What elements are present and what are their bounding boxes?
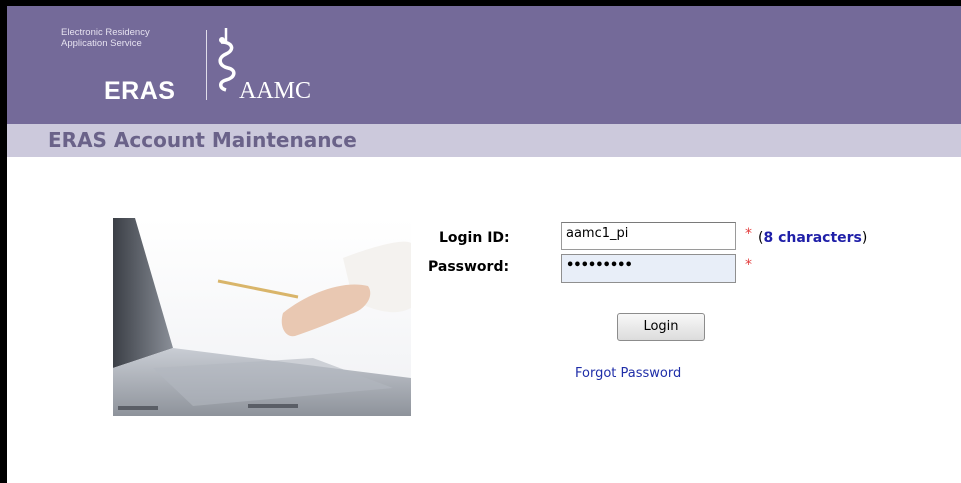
- login-id-input[interactable]: aamc1_pi: [561, 222, 736, 250]
- forgot-password-link[interactable]: Forgot Password: [575, 366, 681, 381]
- logo-line-1: Electronic Residency: [61, 27, 150, 38]
- aamc-emblem-icon: [213, 28, 239, 108]
- logo-line-2: Application Service: [61, 38, 142, 49]
- login-id-hint: (8 characters): [758, 230, 867, 246]
- eras-logo-subtitle: Electronic Residency Application Service: [61, 27, 150, 49]
- logo-divider: [206, 30, 207, 100]
- login-button[interactable]: Login: [617, 313, 705, 341]
- password-required-mark: *: [745, 257, 752, 273]
- site-header: [7, 6, 961, 124]
- window-frame-left: [0, 0, 7, 483]
- page-title: ERAS Account Maintenance: [48, 128, 357, 152]
- laptop-hand-photo: [113, 218, 411, 416]
- aamc-logo: AAMC: [239, 78, 312, 104]
- login-id-required-mark: *: [745, 226, 752, 242]
- eras-logo: ERAS: [104, 77, 176, 105]
- hint-close-paren: ): [861, 230, 868, 246]
- hint-characters: 8 characters: [763, 230, 862, 246]
- password-input[interactable]: •••••••••: [561, 254, 736, 283]
- password-label: Password:: [428, 259, 510, 275]
- login-id-label: Login ID:: [439, 230, 510, 246]
